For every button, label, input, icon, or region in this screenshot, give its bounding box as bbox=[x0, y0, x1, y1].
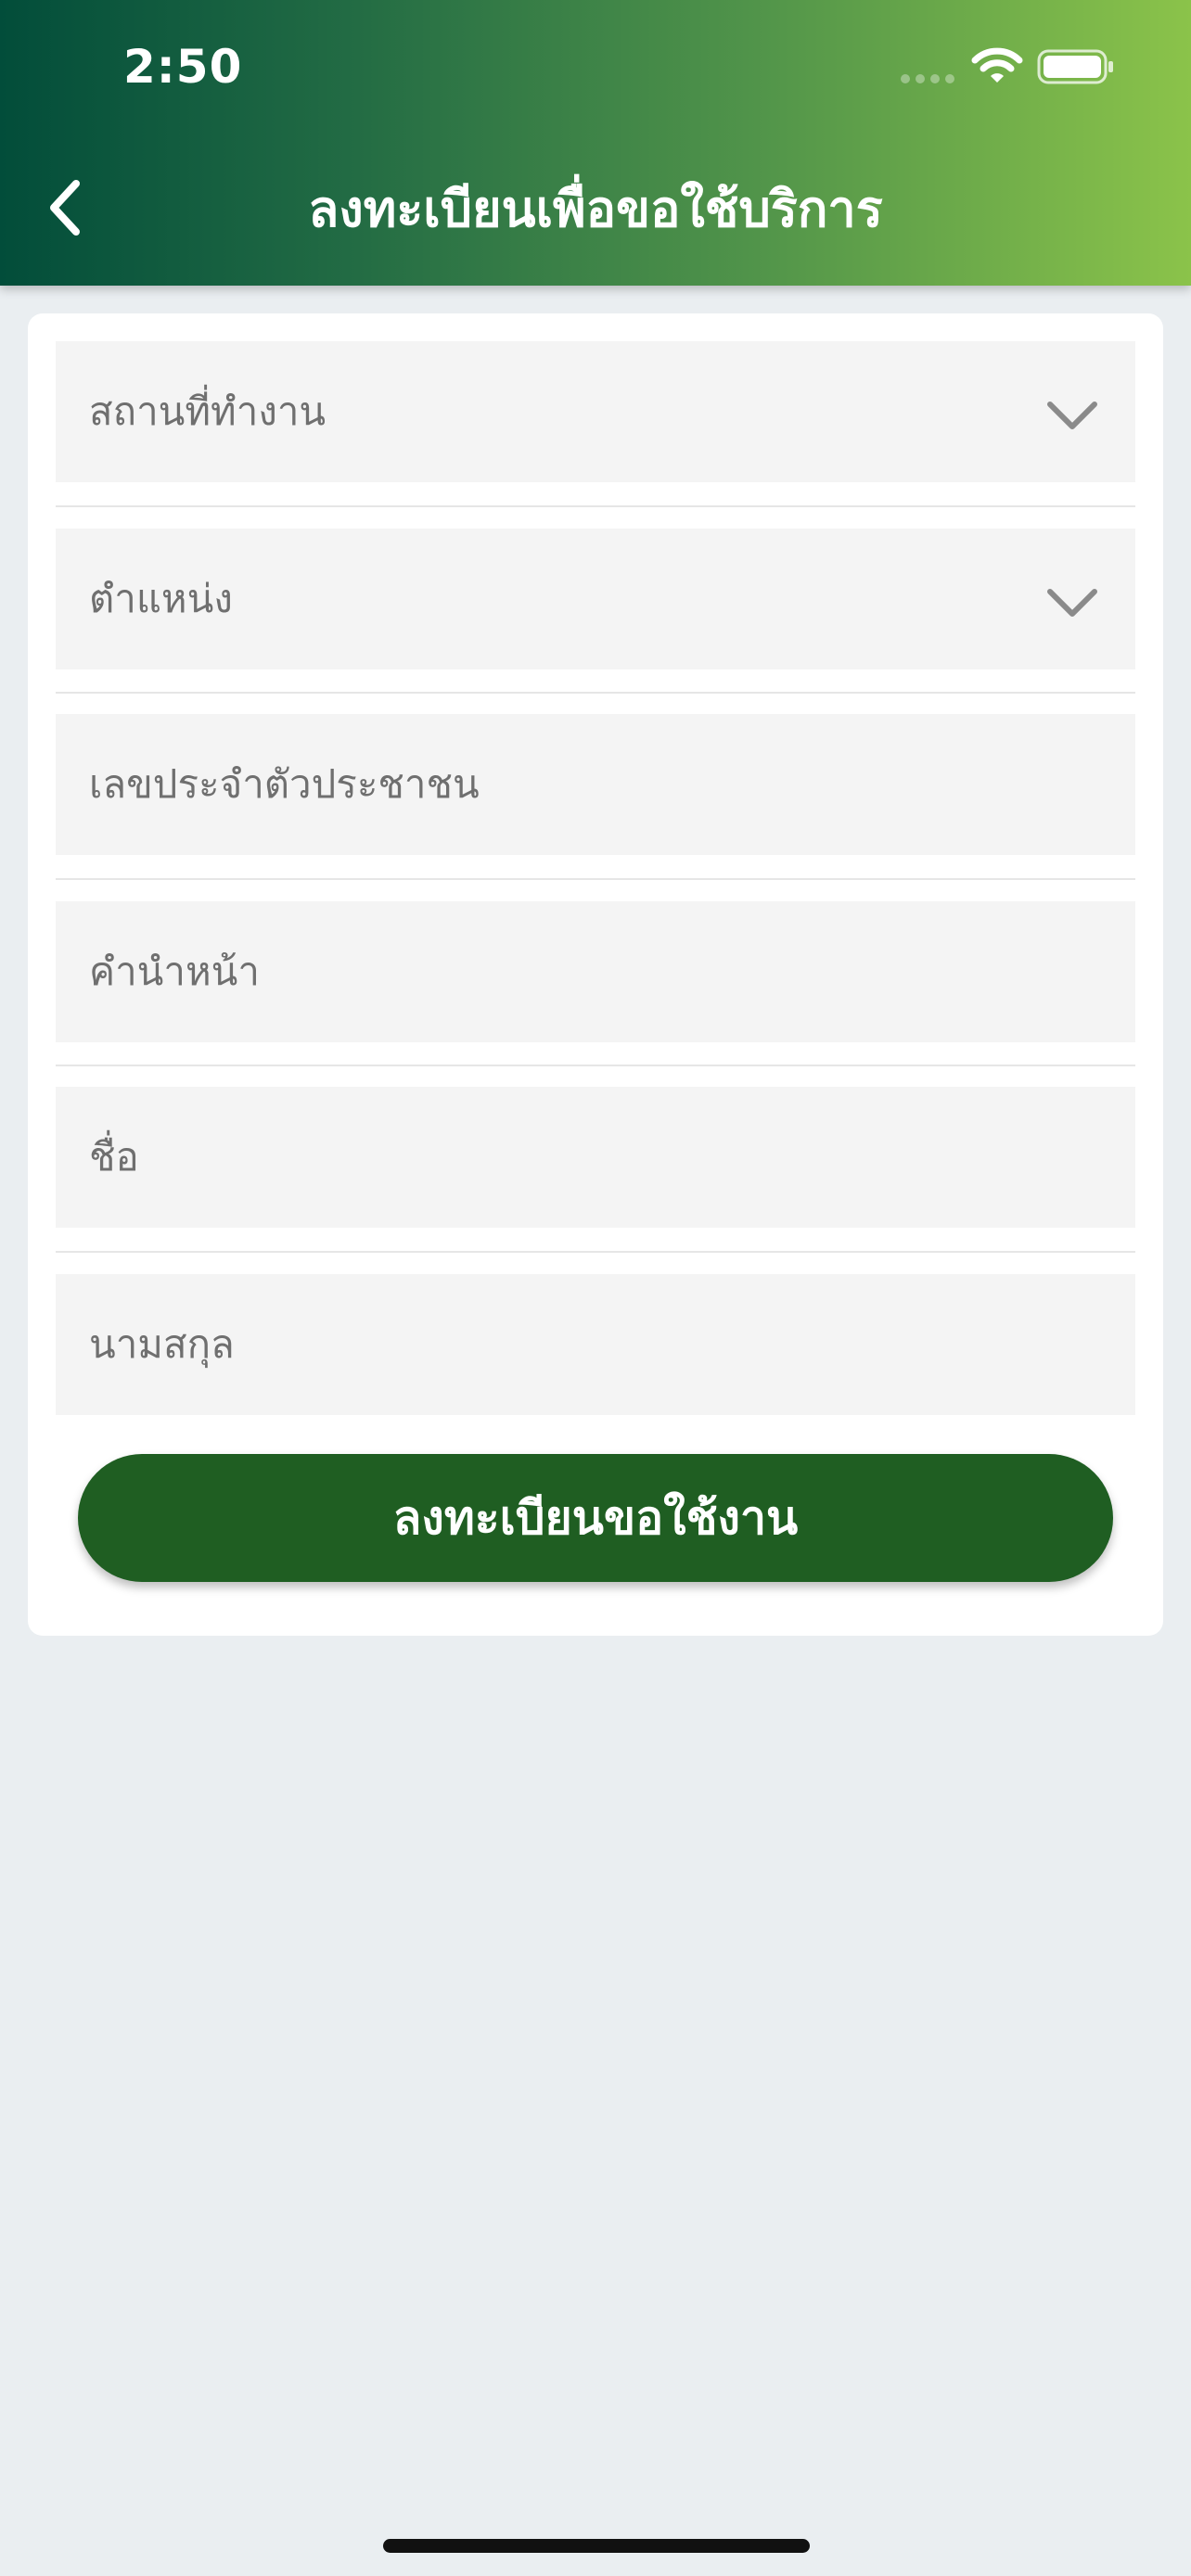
national-id-placeholder: เลขประจำตัวประชาชน bbox=[89, 761, 480, 807]
first-name-placeholder: ชื่อ bbox=[89, 1134, 139, 1180]
name-prefix-placeholder: คำนำหน้า bbox=[89, 949, 260, 994]
registration-form: สถานที่ทำงาน ตำแหน่ง เลขประจำตัวประชาชน … bbox=[28, 313, 1163, 1636]
battery-icon bbox=[1037, 49, 1113, 84]
workplace-select[interactable]: สถานที่ทำงาน bbox=[56, 341, 1135, 482]
national-id-input[interactable]: เลขประจำตัวประชาชน bbox=[56, 714, 1135, 855]
first-name-input[interactable]: ชื่อ bbox=[56, 1087, 1135, 1228]
field-divider bbox=[56, 1065, 1135, 1066]
last-name-placeholder: นามสกุล bbox=[89, 1321, 235, 1367]
position-select[interactable]: ตำแหน่ง bbox=[56, 529, 1135, 670]
position-label: ตำแหน่ง bbox=[89, 576, 233, 621]
field-divider bbox=[56, 505, 1135, 507]
workplace-label: สถานที่ทำงาน bbox=[89, 389, 327, 434]
register-button[interactable]: ลงทะเบียนขอใช้งาน bbox=[78, 1454, 1113, 1582]
cellular-signal-icon bbox=[901, 74, 954, 83]
last-name-input[interactable]: นามสกุล bbox=[56, 1274, 1135, 1415]
wifi-icon bbox=[971, 47, 1023, 83]
page-title: ลงทะเบียนเพื่อขอใช้บริการ bbox=[308, 180, 883, 238]
chevron-down-icon bbox=[1047, 402, 1097, 429]
chevron-down-icon bbox=[1047, 589, 1097, 617]
field-divider bbox=[56, 692, 1135, 694]
back-button[interactable] bbox=[28, 163, 102, 252]
app-header: 2:50 ลงทะเบียนเพื่อขอใช้บริการ bbox=[0, 0, 1191, 286]
name-prefix-input[interactable]: คำนำหน้า bbox=[56, 901, 1135, 1042]
home-indicator bbox=[383, 2539, 810, 2553]
field-divider bbox=[56, 1251, 1135, 1253]
chevron-left-icon bbox=[50, 180, 80, 236]
field-divider bbox=[56, 878, 1135, 880]
status-time: 2:50 bbox=[123, 40, 243, 94]
